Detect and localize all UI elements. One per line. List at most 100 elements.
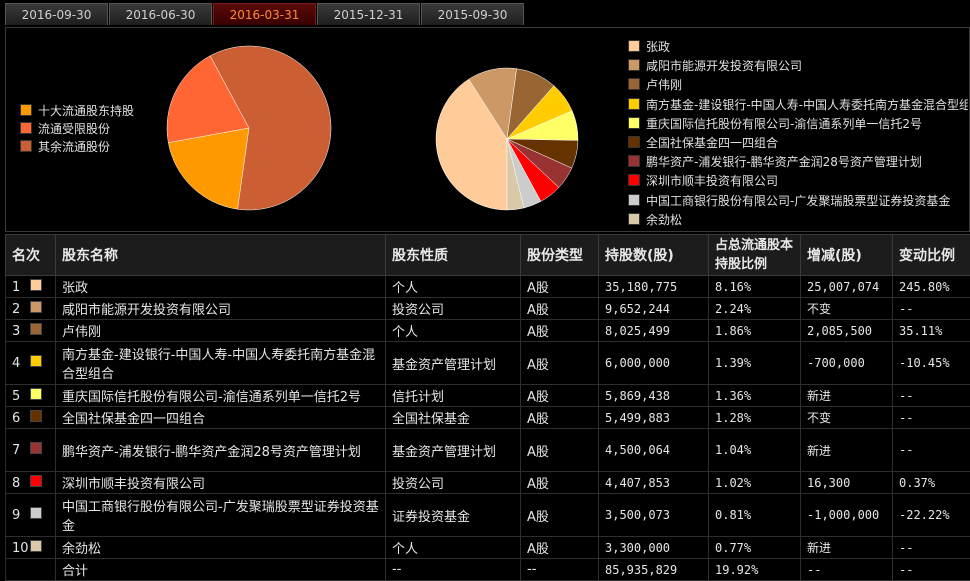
cell-ratio: 1.36% xyxy=(709,385,801,407)
legend-item: 流通受限股份 xyxy=(20,120,134,138)
total-change: -- xyxy=(801,559,893,581)
color-swatch xyxy=(30,475,42,487)
table-row: 10余劲松个人A股3,300,0000.77%新进-- xyxy=(6,537,970,559)
cell-type: A股 xyxy=(521,320,599,342)
holders-table: 名次 股东名称 股东性质 股份类型 持股数(股) 占总流通股本持股比例 增减(股… xyxy=(5,234,970,581)
legend-item: 深圳市顺丰投资有限公司 xyxy=(628,172,968,191)
cell-pct: -10.45% xyxy=(893,342,970,385)
rank-label: 5 xyxy=(12,389,30,404)
col-ratio: 占总流通股本持股比例 xyxy=(709,235,801,276)
rank-label: 3 xyxy=(12,324,30,339)
cell-change: 不变 xyxy=(801,407,893,429)
cell-name: 深圳市顺丰投资有限公司 xyxy=(56,472,386,494)
cell-nature: 个人 xyxy=(386,320,521,342)
total-shares: 85,935,829 xyxy=(599,559,709,581)
col-rank: 名次 xyxy=(6,235,56,276)
total-pct: -- xyxy=(893,559,970,581)
legend-item: 卢伟刚 xyxy=(628,76,968,95)
cell-pct: -- xyxy=(893,407,970,429)
legend-label: 鹏华资产-浦发银行-鹏华资产金润28号资产管理计划 xyxy=(646,155,922,169)
legend-label: 其余流通股份 xyxy=(38,140,110,154)
legend-swatch xyxy=(20,104,32,116)
cell-shares: 8,025,499 xyxy=(599,320,709,342)
cell-nature: 基金资产管理计划 xyxy=(386,429,521,472)
cell-change: 25,007,074 xyxy=(801,276,893,298)
table-row: 7鹏华资产-浦发银行-鹏华资产金润28号资产管理计划基金资产管理计划A股4,50… xyxy=(6,429,970,472)
cell-nature: 投资公司 xyxy=(386,298,521,320)
tab-2015-09-30[interactable]: 2015-09-30 xyxy=(421,3,524,25)
cell-shares: 5,499,883 xyxy=(599,407,709,429)
cell-pct: -- xyxy=(893,429,970,472)
cell-ratio: 0.77% xyxy=(709,537,801,559)
cell-pct: 0.37% xyxy=(893,472,970,494)
legend-circulation: 十大流通股东持股流通受限股份其余流通股份 xyxy=(20,102,134,156)
rank-label: 4 xyxy=(12,356,30,371)
table-row: 8深圳市顺丰投资有限公司投资公司A股4,407,8531.02%16,3000.… xyxy=(6,472,970,494)
total-ratio: 19.92% xyxy=(709,559,801,581)
legend-label: 张政 xyxy=(646,40,670,54)
cell-shares: 4,500,064 xyxy=(599,429,709,472)
cell-pct: 35.11% xyxy=(893,320,970,342)
legend-label: 十大流通股东持股 xyxy=(38,104,134,118)
table-row: 1张政个人A股35,180,7758.16%25,007,074245.80% xyxy=(6,276,970,298)
col-name: 股东名称 xyxy=(56,235,386,276)
cell-pct: -- xyxy=(893,385,970,407)
table-row: 4南方基金-建设银行-中国人寿-中国人寿委托南方基金混合型组合基金资产管理计划A… xyxy=(6,342,970,385)
total-type: -- xyxy=(521,559,599,581)
tab-2016-03-31[interactable]: 2016-03-31 xyxy=(213,3,316,25)
cell-nature: 基金资产管理计划 xyxy=(386,342,521,385)
cell-name: 中国工商银行股份有限公司-广发聚瑞股票型证券投资基金 xyxy=(56,494,386,537)
cell-rank: 4 xyxy=(6,342,56,385)
cell-type: A股 xyxy=(521,342,599,385)
rank-label: 9 xyxy=(12,508,30,523)
color-swatch xyxy=(30,507,42,519)
col-type: 股份类型 xyxy=(521,235,599,276)
rank-label: 6 xyxy=(12,411,30,426)
cell-type: A股 xyxy=(521,385,599,407)
legend-swatch xyxy=(628,174,640,186)
cell-pct: -- xyxy=(893,537,970,559)
legend-item: 鹏华资产-浦发银行-鹏华资产金润28号资产管理计划 xyxy=(628,153,968,172)
cell-name: 余劲松 xyxy=(56,537,386,559)
legend-swatch xyxy=(628,59,640,71)
legend-label: 咸阳市能源开发投资有限公司 xyxy=(646,59,802,73)
cell-shares: 35,180,775 xyxy=(599,276,709,298)
total-blank xyxy=(6,559,56,581)
legend-item: 张政 xyxy=(628,38,968,57)
period-tabs: 2016-09-302016-06-302016-03-312015-12-31… xyxy=(0,0,970,26)
cell-rank: 5 xyxy=(6,385,56,407)
cell-change: 2,085,500 xyxy=(801,320,893,342)
color-swatch xyxy=(30,279,42,291)
cell-rank: 2 xyxy=(6,298,56,320)
cell-change: 新进 xyxy=(801,385,893,407)
legend-label: 流通受限股份 xyxy=(38,122,110,136)
cell-rank: 6 xyxy=(6,407,56,429)
legend-swatch xyxy=(628,40,640,52)
cell-shares: 3,500,073 xyxy=(599,494,709,537)
color-swatch xyxy=(30,388,42,400)
table-row: 5重庆国际信托股份有限公司-渝信通系列单一信托2号信托计划A股5,869,438… xyxy=(6,385,970,407)
legend-label: 南方基金-建设银行-中国人寿-中国人寿委托南方基金混合型组合 xyxy=(646,98,968,112)
color-swatch xyxy=(30,410,42,422)
total-label: 合计 xyxy=(56,559,386,581)
table-row: 9中国工商银行股份有限公司-广发聚瑞股票型证券投资基金证券投资基金A股3,500… xyxy=(6,494,970,537)
table-header: 名次 股东名称 股东性质 股份类型 持股数(股) 占总流通股本持股比例 增减(股… xyxy=(6,235,970,276)
legend-item: 重庆国际信托股份有限公司-渝信通系列单一信托2号 xyxy=(628,115,968,134)
cell-shares: 6,000,000 xyxy=(599,342,709,385)
cell-rank: 8 xyxy=(6,472,56,494)
tab-2015-12-31[interactable]: 2015-12-31 xyxy=(317,3,420,25)
legend-swatch xyxy=(628,98,640,110)
cell-name: 重庆国际信托股份有限公司-渝信通系列单一信托2号 xyxy=(56,385,386,407)
cell-nature: 个人 xyxy=(386,537,521,559)
legend-item: 南方基金-建设银行-中国人寿-中国人寿委托南方基金混合型组合 xyxy=(628,96,968,115)
legend-item: 余劲松 xyxy=(628,211,968,230)
tab-2016-06-30[interactable]: 2016-06-30 xyxy=(109,3,212,25)
cell-change: -700,000 xyxy=(801,342,893,385)
tab-2016-09-30[interactable]: 2016-09-30 xyxy=(5,3,108,25)
cell-nature: 个人 xyxy=(386,276,521,298)
cell-pct: -22.22% xyxy=(893,494,970,537)
col-nature: 股东性质 xyxy=(386,235,521,276)
col-shares: 持股数(股) xyxy=(599,235,709,276)
legend-swatch xyxy=(628,155,640,167)
cell-nature: 投资公司 xyxy=(386,472,521,494)
